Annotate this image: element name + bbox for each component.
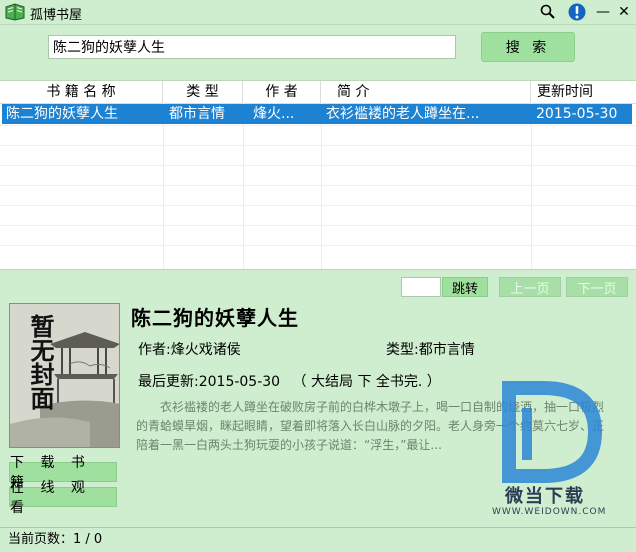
author-label: 作者: — [138, 342, 171, 358]
cell-updated: 2015-05-30 — [536, 106, 618, 122]
book-app-icon — [5, 3, 25, 21]
grid-line — [0, 165, 636, 166]
table-row[interactable]: 陈二狗的妖孽人生 都市言情 烽火... 衣衫褴褛的老人蹲坐在... 2015-0… — [2, 104, 632, 124]
read-online-button[interactable]: 在 线 观 看 — [9, 480, 117, 516]
cell-name: 陈二狗的妖孽人生 — [6, 106, 118, 122]
book-cover: 暂无封面 — [9, 303, 120, 448]
author-row: 作者:烽火戏诸侯 — [138, 339, 241, 359]
cell-type: 都市言情 — [169, 106, 225, 122]
watermark-url: WWW.WEIDOWN.COM — [492, 507, 607, 517]
prev-page-button[interactable]: 上一页 — [499, 277, 561, 297]
updated-value: 2015-05-30 — [198, 374, 281, 390]
grid-line — [0, 205, 636, 206]
next-page-button[interactable]: 下一页 — [566, 277, 628, 297]
table-header: 书 籍 名 称 类 型 作 者 简 介 更新时间 — [0, 81, 636, 104]
close-icon[interactable]: ✕ — [614, 2, 634, 22]
cell-author: 烽火... — [253, 106, 295, 122]
watermark-brand: 微当下载 — [505, 486, 585, 507]
type-label: 类型: — [386, 342, 419, 358]
type-value: 都市言情 — [418, 342, 475, 358]
results-table: 书 籍 名 称 类 型 作 者 简 介 更新时间 陈二狗的妖孽人生 都市言情 烽… — [0, 80, 636, 270]
column-header-name[interactable]: 书 籍 名 称 — [0, 81, 163, 103]
updated-row: 最后更新:2015-05-30 （ 大结局 下 全书完. ） — [138, 371, 441, 391]
title-bar: 孤博书屋 — ✕ — [0, 0, 636, 25]
grid-line — [0, 185, 636, 186]
info-icon[interactable] — [567, 2, 587, 22]
status-bar: 当前页数：1 / 0 — [0, 527, 636, 552]
author-value: 烽火戏诸侯 — [170, 342, 241, 358]
search-icon[interactable] — [538, 2, 558, 22]
column-header-author[interactable]: 作 者 — [243, 81, 321, 103]
cover-placeholder-text: 暂无封面 — [26, 314, 55, 410]
window-title: 孤博书屋 — [30, 8, 83, 23]
grid-line — [0, 125, 636, 126]
page-count-status: 当前页数：1 / 0 — [8, 532, 103, 547]
jump-button[interactable]: 跳转 — [442, 277, 488, 297]
book-title: 陈二狗的妖孽人生 — [131, 306, 299, 330]
column-header-type[interactable]: 类 型 — [163, 81, 243, 103]
column-header-updated[interactable]: 更新时间 — [531, 81, 636, 103]
search-input[interactable] — [48, 35, 456, 59]
book-status: （ 大结局 下 全书完. ） — [292, 374, 441, 390]
search-button[interactable]: 搜 索 — [481, 32, 575, 62]
grid-line — [0, 145, 636, 146]
cell-intro: 衣衫褴褛的老人蹲坐在... — [326, 106, 480, 122]
type-row: 类型:都市言情 — [386, 339, 475, 359]
grid-line — [0, 225, 636, 226]
updated-label: 最后更新: — [138, 374, 199, 390]
grid-line — [0, 245, 636, 246]
page-number-input[interactable] — [401, 277, 441, 297]
column-header-intro[interactable]: 简 介 — [321, 81, 531, 103]
minimize-icon[interactable]: — — [593, 2, 613, 22]
